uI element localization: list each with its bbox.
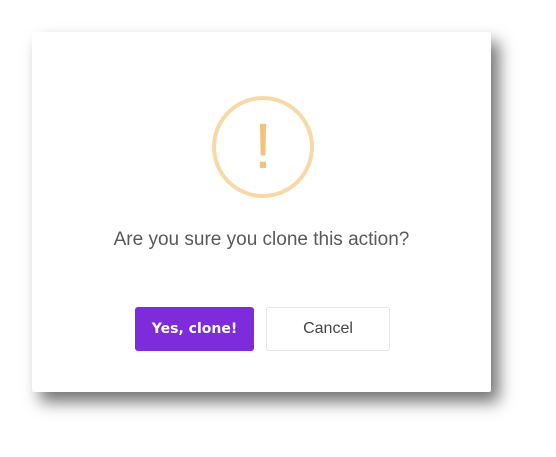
confirm-dialog: ! Are you sure you clone this action? Ye… [32,32,491,392]
confirm-clone-button[interactable]: Yes, clone! [135,307,254,351]
exclamation-mark-icon: ! [254,110,272,182]
cancel-button[interactable]: Cancel [266,307,390,351]
dialog-message: Are you sure you clone this action? [113,229,410,250]
warning-icon: ! [212,96,314,198]
